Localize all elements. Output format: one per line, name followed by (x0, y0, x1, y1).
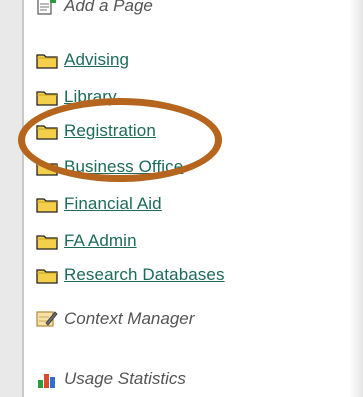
context-manager-label: Context Manager (64, 309, 195, 328)
folder-link-financial-aid[interactable]: Financial Aid (64, 194, 162, 214)
folder-item-library[interactable]: Library (36, 85, 117, 109)
folder-item-registration[interactable]: Registration (36, 119, 156, 143)
add-page-item[interactable]: Add a Page (36, 0, 153, 18)
folder-icon (36, 123, 58, 140)
folder-icon (36, 52, 58, 69)
folder-icon (36, 196, 58, 213)
add-page-icon (36, 0, 58, 16)
folder-link-library[interactable]: Library (64, 87, 117, 107)
pencil-note-icon (36, 309, 58, 329)
panel-shadow (349, 0, 363, 397)
folder-link-registration[interactable]: Registration (64, 121, 156, 141)
folder-icon (36, 233, 58, 250)
folder-item-research-databases[interactable]: Research Databases (36, 263, 225, 287)
folder-icon (36, 159, 58, 176)
folder-icon (36, 267, 58, 284)
folder-item-advising[interactable]: Advising (36, 48, 129, 72)
folder-link-advising[interactable]: Advising (64, 50, 129, 70)
navigation-panel: Add a Page Advising Library Registration… (22, 0, 363, 397)
folder-item-fa-admin[interactable]: FA Admin (36, 229, 137, 253)
folder-item-financial-aid[interactable]: Financial Aid (36, 192, 162, 216)
usage-statistics-label: Usage Statistics (64, 369, 186, 388)
context-manager-item[interactable]: Context Manager (36, 307, 194, 331)
add-page-label: Add a Page (64, 0, 153, 15)
folder-link-research-databases[interactable]: Research Databases (64, 265, 225, 285)
folder-link-business-office[interactable]: Business Office (64, 157, 183, 177)
bar-chart-icon (36, 369, 58, 389)
folder-icon (36, 89, 58, 106)
folder-item-business-office[interactable]: Business Office (36, 155, 183, 179)
usage-statistics-item[interactable]: Usage Statistics (36, 367, 186, 391)
folder-link-fa-admin[interactable]: FA Admin (64, 231, 137, 251)
